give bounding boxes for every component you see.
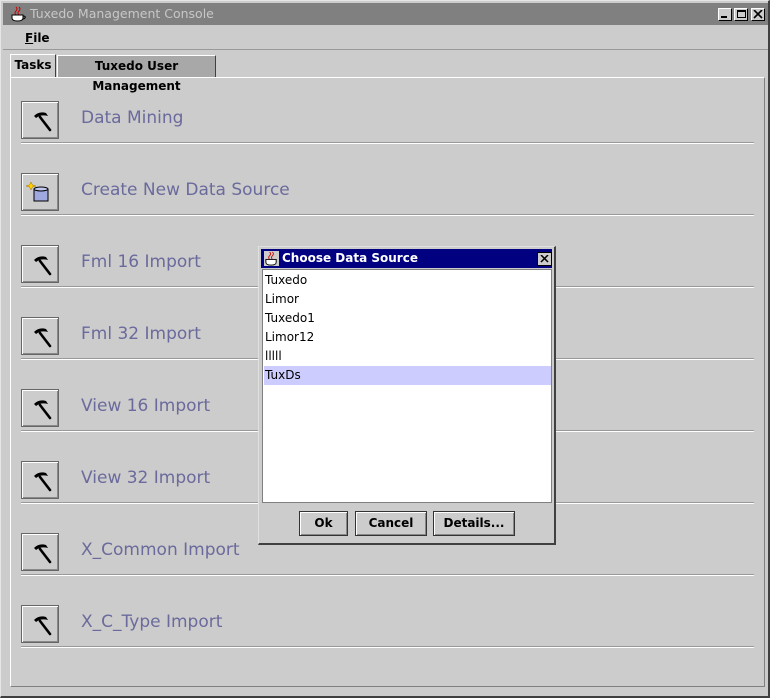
task-button-x-common-import[interactable] bbox=[21, 533, 59, 571]
task-label: Create New Data Source bbox=[81, 180, 290, 200]
details-button[interactable]: Details... bbox=[433, 511, 515, 536]
task-label: View 32 Import bbox=[81, 468, 211, 488]
task-button-fml-32-import[interactable] bbox=[21, 317, 59, 355]
java-coffee-icon bbox=[11, 6, 26, 22]
task-label: View 16 Import bbox=[81, 396, 211, 416]
task-separator bbox=[21, 574, 754, 576]
pickaxe-icon bbox=[34, 328, 52, 348]
list-item[interactable]: Tuxedo1 bbox=[264, 309, 551, 328]
close-icon bbox=[753, 10, 763, 19]
data-source-list[interactable]: Tuxedo Limor Tuxedo1 Limor12 lllll TuxDs bbox=[262, 269, 552, 503]
new-database-icon bbox=[25, 181, 49, 202]
pickaxe-icon bbox=[34, 616, 52, 636]
dialog-close-button[interactable] bbox=[537, 252, 552, 266]
task-label: X_Common Import bbox=[81, 540, 240, 560]
maximize-icon bbox=[737, 10, 746, 18]
close-button[interactable] bbox=[751, 8, 765, 21]
maximize-button[interactable] bbox=[734, 8, 748, 21]
menubar: File bbox=[3, 27, 768, 50]
minimize-icon bbox=[721, 16, 727, 18]
list-item[interactable]: Tuxedo bbox=[264, 271, 551, 290]
task-separator bbox=[21, 142, 754, 144]
minimize-button[interactable] bbox=[718, 8, 732, 21]
task-data-mining: Data Mining bbox=[21, 101, 756, 173]
task-create-new-data-source: Create New Data Source bbox=[21, 173, 756, 245]
task-label: Fml 16 Import bbox=[81, 252, 201, 272]
pickaxe-icon bbox=[34, 400, 52, 420]
task-label: Fml 32 Import bbox=[81, 324, 201, 344]
pickaxe-icon bbox=[34, 472, 52, 492]
task-separator bbox=[21, 214, 754, 216]
tab-tasks[interactable]: Tasks bbox=[10, 54, 56, 78]
task-label: X_C_Type Import bbox=[81, 612, 223, 632]
list-item[interactable]: lllll bbox=[264, 347, 551, 366]
main-window: Tuxedo Management Console File Tasks Tux… bbox=[0, 0, 770, 698]
task-button-data-mining[interactable] bbox=[21, 101, 59, 139]
choose-data-source-dialog: Choose Data Source Tuxedo Limor Tuxedo1 … bbox=[258, 246, 556, 545]
menu-file-label: ile bbox=[33, 31, 50, 45]
dialog-titlebar[interactable]: Choose Data Source bbox=[261, 249, 552, 268]
list-item[interactable]: Limor bbox=[264, 290, 551, 309]
close-icon bbox=[540, 255, 549, 263]
ok-button[interactable]: Ok bbox=[299, 511, 348, 536]
pickaxe-icon bbox=[34, 256, 52, 276]
pickaxe-icon bbox=[34, 544, 52, 564]
pickaxe-icon bbox=[34, 112, 52, 132]
cancel-button[interactable]: Cancel bbox=[355, 511, 427, 536]
dialog-title: Choose Data Source bbox=[282, 251, 418, 265]
window-titlebar[interactable]: Tuxedo Management Console bbox=[3, 3, 768, 25]
tab-tuxedo-user-management[interactable]: Tuxedo User Management bbox=[57, 55, 216, 93]
task-x-c-type-import: X_C_Type Import bbox=[21, 605, 756, 677]
task-button-create-new-data-source[interactable] bbox=[21, 173, 59, 211]
list-item[interactable]: Limor12 bbox=[264, 328, 551, 347]
task-button-fml-16-import[interactable] bbox=[21, 245, 59, 283]
list-item-selected[interactable]: TuxDs bbox=[264, 366, 551, 385]
menu-file-mnemonic: F bbox=[25, 31, 34, 45]
menu-file[interactable]: File bbox=[25, 31, 50, 45]
task-label: Data Mining bbox=[81, 108, 184, 128]
java-coffee-icon bbox=[264, 251, 279, 266]
task-separator bbox=[21, 646, 754, 648]
window-title: Tuxedo Management Console bbox=[30, 6, 214, 21]
task-button-view-32-import[interactable] bbox=[21, 461, 59, 499]
task-button-x-c-type-import[interactable] bbox=[21, 605, 59, 643]
task-button-view-16-import[interactable] bbox=[21, 389, 59, 427]
